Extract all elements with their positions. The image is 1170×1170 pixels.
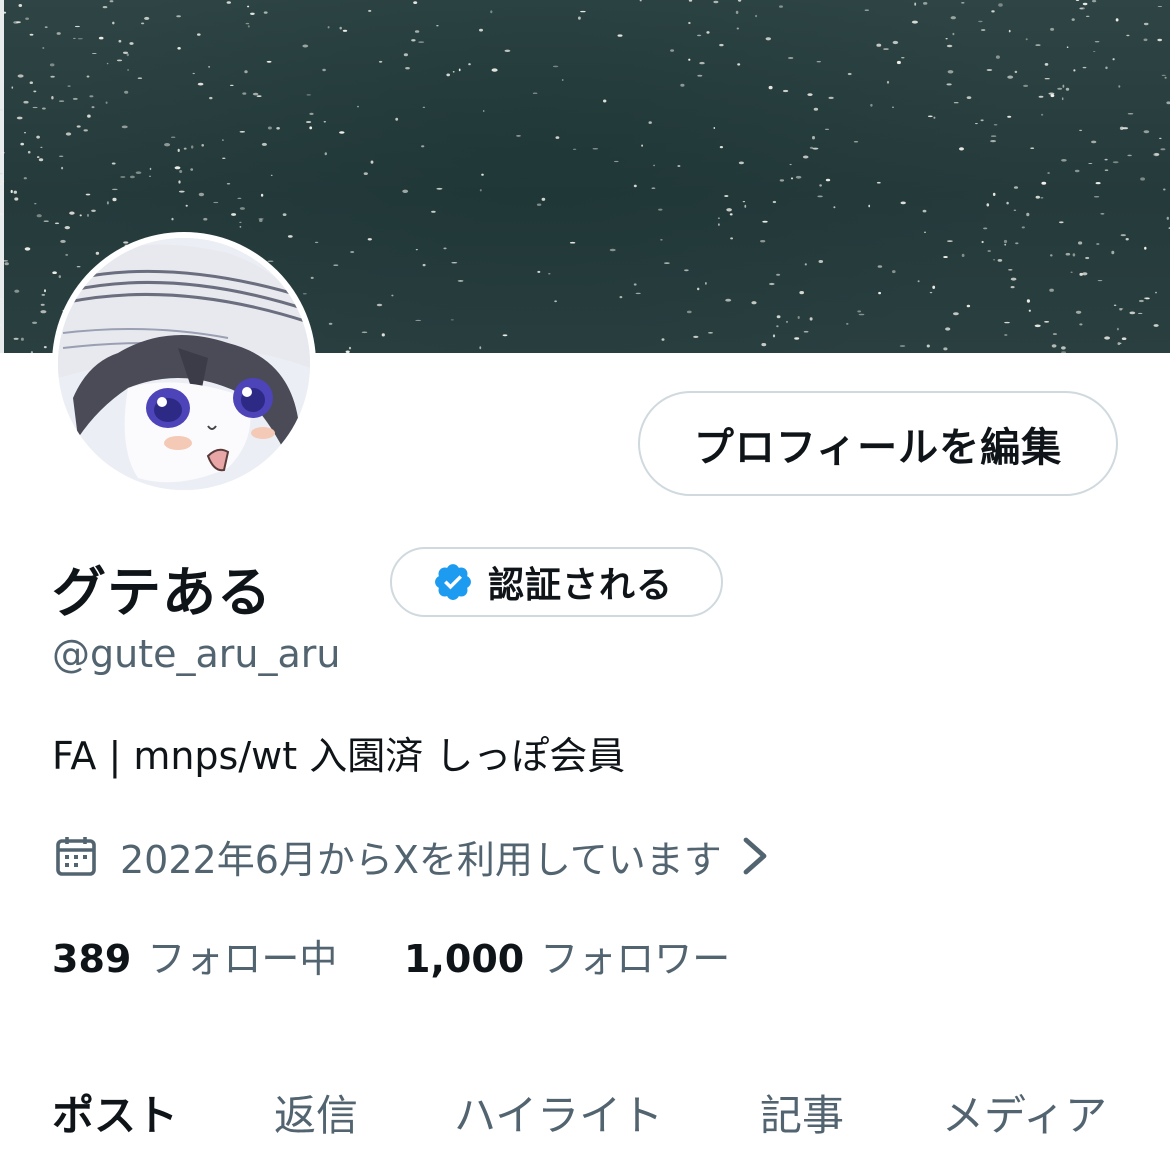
profile-bio: FA | mnps/wt 入園済 しっぽ会員 [52, 734, 626, 778]
following-stat[interactable]: 389 フォロー中 [52, 928, 337, 983]
chevron-right-icon [743, 837, 767, 875]
joined-date-text: 2022年6月からXを利用しています [120, 837, 722, 882]
edit-profile-button[interactable]: プロフィールを編集 [638, 391, 1118, 496]
calendar-icon [56, 837, 96, 876]
profile-handle: @gute_aru_aru [52, 632, 341, 676]
following-count: 389 [52, 937, 132, 981]
following-label: フォロー中 [147, 937, 338, 981]
joined-date-row[interactable]: 2022年6月からXを利用しています [52, 830, 770, 882]
tab-articles[interactable]: 記事 [760, 1082, 844, 1143]
tab-posts[interactable]: ポスト [52, 1082, 178, 1143]
followers-count: 1,000 [404, 937, 525, 981]
get-verified-button[interactable]: 認証される [390, 547, 723, 617]
verified-badge-icon [435, 564, 471, 600]
tab-highlights[interactable]: ハイライト [454, 1082, 663, 1143]
tab-replies[interactable]: 返信 [274, 1082, 358, 1143]
display-name: グテある [52, 561, 272, 624]
tab-media[interactable]: メディア [942, 1082, 1107, 1143]
profile-avatar[interactable] [52, 232, 316, 496]
followers-stat[interactable]: 1,000 フォロワー [404, 928, 730, 983]
verify-label: 認証される [488, 565, 674, 606]
followers-label: フォロワー [540, 937, 731, 981]
avatar-image [58, 238, 310, 490]
